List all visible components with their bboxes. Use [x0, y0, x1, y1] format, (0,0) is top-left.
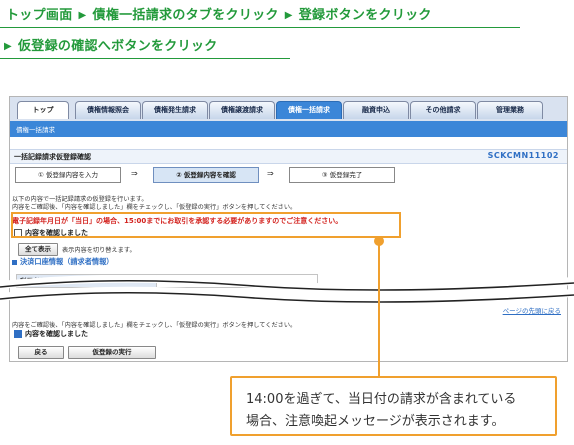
- triangle-right-icon: ▶: [78, 10, 87, 21]
- divider: [0, 27, 520, 28]
- instruction-step: 仮登録の確認へボタンをクリック: [18, 39, 218, 54]
- tab-claim-issue[interactable]: 債権発生請求: [142, 101, 208, 119]
- tab-other-requests[interactable]: その他請求: [410, 101, 476, 119]
- divider: [0, 58, 290, 59]
- step-complete: ③ 仮登録完了: [289, 167, 395, 183]
- section-title: 決済口座情報（請求者情報）: [12, 257, 113, 267]
- sub-nav: 債権一括請求: [10, 121, 567, 137]
- callout-text: 場合、注意喚起メッセージが表示されます。: [246, 414, 505, 429]
- tab-top[interactable]: トップ: [17, 101, 69, 119]
- tab-admin[interactable]: 管理業務: [477, 101, 543, 119]
- back-button[interactable]: 戻る: [18, 346, 64, 359]
- square-bullet-icon: [12, 259, 17, 265]
- instruction-step: トップ画面: [6, 8, 73, 23]
- tab-bulk-request[interactable]: 債権一括請求: [276, 101, 342, 119]
- section-title-label: 決済口座情報（請求者情報）: [20, 257, 114, 266]
- checkbox-checked-icon[interactable]: [14, 330, 22, 338]
- callout-connector: [378, 240, 380, 376]
- page-title: 一括記録請求仮登録確認: [14, 153, 91, 161]
- sub-nav-label: 債権一括請求: [16, 126, 55, 134]
- show-all-button[interactable]: 全て表示: [18, 243, 58, 256]
- callout-box: 14:00を過ぎて、当日付の請求が含まれている 場合、注意喚起メッセージが表示さ…: [230, 376, 557, 436]
- arrow-right-icon: ⇒: [131, 169, 138, 178]
- callout-text: 14:00を過ぎて、当日付の請求が含まれている: [246, 392, 517, 407]
- instruction-line-1: トップ画面 ▶ 債権一括請求のタブをクリック ▶ 登録ボタンをクリック: [6, 4, 432, 23]
- screen-capture: トップ 債権情報照会 債権発生請求 債権譲渡請求 債権一括請求 融資申込 その他…: [9, 96, 568, 362]
- tab-financing[interactable]: 融資申込: [343, 101, 409, 119]
- screen-code: SCKCMN11102: [487, 151, 559, 160]
- highlight-frame: [11, 212, 401, 238]
- step-input: ① 仮登録内容を入力: [15, 167, 121, 183]
- tab-claim-inquiry[interactable]: 債権情報照会: [75, 101, 141, 119]
- instruction-line-2: ▶ 仮登録の確認へボタンをクリック: [4, 35, 218, 54]
- triangle-right-icon: ▶: [284, 10, 293, 21]
- confirm-checkbox-bottom[interactable]: 内容を確認しました: [14, 329, 88, 339]
- break-line: [0, 275, 574, 304]
- step-confirm: ② 仮登録内容を確認: [153, 167, 259, 183]
- instruction-step: 登録ボタンをクリック: [298, 8, 432, 23]
- callout-dot-icon: [374, 236, 384, 246]
- intro-text: 内容をご確認後、「内容を確認しました」欄をチェックし、「仮登録の実行」ボタンを押…: [12, 204, 297, 211]
- checkbox-label: 内容を確認しました: [25, 330, 88, 338]
- main-nav: トップ 債権情報照会 債権発生請求 債権譲渡請求 債権一括請求 融資申込 その他…: [10, 97, 567, 121]
- instruction-step: 債権一括請求のタブをクリック: [92, 8, 279, 23]
- triangle-right-icon: ▶: [4, 41, 12, 52]
- bottom-note: 内容をご確認後、「内容を確認しました」欄をチェックし、「仮登録の実行」ボタンを押…: [12, 322, 297, 329]
- execute-registration-button[interactable]: 仮登録の実行: [68, 346, 156, 359]
- show-all-note: 表示内容を切り替えます。: [62, 247, 136, 254]
- arrow-right-icon: ⇒: [267, 169, 274, 178]
- page-header: 一括記録請求仮登録確認 SCKCMN11102: [10, 149, 567, 164]
- tab-claim-transfer[interactable]: 債権譲渡請求: [209, 101, 275, 119]
